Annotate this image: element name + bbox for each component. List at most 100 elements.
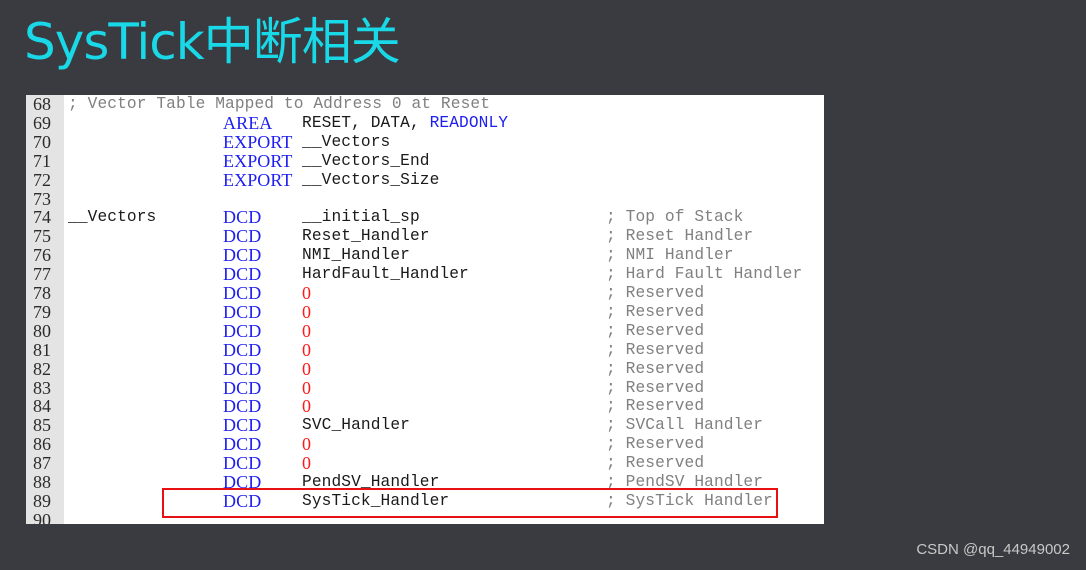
line-number: 78: [33, 283, 51, 303]
code-number: 0: [302, 434, 312, 455]
code-line: 76 DCD NMI_Handler ; NMI Handler: [26, 246, 824, 265]
line-number: 86: [33, 434, 51, 455]
code-line: 75 DCD Reset_Handler ; Reset Handler: [26, 227, 824, 246]
code-comment: ; Reserved: [606, 302, 705, 321]
line-number: 83: [33, 377, 51, 398]
code-line: 87 DCD 0 ; Reserved: [26, 454, 824, 473]
code-comment: ; Hard Fault Handler: [606, 265, 803, 284]
code-directive: EXPORT: [223, 131, 293, 152]
code-directive: DCD: [223, 415, 262, 436]
code-directive: DCD: [223, 226, 262, 247]
line-number: 75: [33, 226, 51, 247]
code-comment: ; Reserved: [606, 340, 705, 359]
code-number: 0: [302, 358, 312, 379]
slide-title: SysTick中断相关: [24, 13, 401, 71]
code-number: 0: [302, 396, 312, 417]
code-operand: __initial_sp: [302, 208, 420, 227]
code-line: 78 DCD 0 ; Reserved: [26, 284, 824, 303]
code-comment: ; Reserved: [606, 454, 705, 473]
code-operand: __Vectors_End: [302, 151, 430, 170]
code-line: 73: [26, 188, 824, 209]
line-number: 76: [33, 245, 51, 266]
code-line: 80 DCD 0 ; Reserved: [26, 320, 824, 341]
line-number: 68: [33, 95, 51, 114]
code-directive: DCD: [223, 264, 262, 285]
systick-highlight-box: [162, 488, 778, 518]
code-comment: ; Reserved: [606, 284, 705, 302]
code-directive: DCD: [223, 301, 262, 322]
code-operand: Reset_Handler: [302, 227, 430, 246]
code-number: 0: [302, 301, 312, 322]
line-number: 85: [33, 415, 51, 436]
line-number: 70: [33, 131, 51, 152]
line-number: 84: [33, 396, 51, 417]
code-comment: ; Vector Table Mapped to Address 0 at Re…: [68, 95, 491, 113]
code-number: 0: [302, 283, 312, 303]
line-number: 82: [33, 358, 51, 379]
line-number: 87: [33, 453, 51, 474]
code-directive: DCD: [223, 245, 262, 266]
code-comment: ; SVCall Handler: [606, 416, 764, 435]
line-number: 79: [33, 301, 51, 322]
code-line: 81 DCD 0 ; Reserved: [26, 339, 824, 360]
code-operand: __Vectors: [302, 132, 391, 151]
line-number: 89: [33, 490, 51, 511]
code-directive: DCD: [223, 434, 262, 455]
code-number: 0: [302, 453, 312, 474]
code-line: 82 DCD 0 ; Reserved: [26, 358, 824, 379]
code-directive: DCD: [223, 339, 262, 360]
line-number: 74: [33, 207, 51, 228]
code-line: 79 DCD 0 ; Reserved: [26, 301, 824, 322]
code-line: 69 AREA RESET, DATA, READONLY: [26, 112, 824, 133]
code-directive: EXPORT: [223, 169, 293, 190]
code-directive: DCD: [223, 358, 262, 379]
code-directive: AREA: [223, 112, 273, 133]
code-operand: __Vectors_Size: [302, 170, 440, 189]
code-listing: 68 ; Vector Table Mapped to Address 0 at …: [26, 95, 824, 524]
code-line: 70 EXPORT __Vectors: [26, 131, 824, 152]
line-number: 90: [33, 509, 51, 524]
code-number: 0: [302, 320, 312, 341]
code-line: 68 ; Vector Table Mapped to Address 0 at …: [26, 95, 824, 114]
code-line: 84 DCD 0 ; Reserved: [26, 397, 824, 416]
code-comment: ; Reserved: [606, 378, 705, 397]
code-directive: DCD: [223, 283, 262, 303]
code-comment: ; NMI Handler: [606, 246, 734, 265]
watermark: CSDN @qq_44949002: [916, 541, 1070, 558]
code-line: 72 EXPORT __Vectors_Size: [26, 169, 824, 190]
code-label: __Vectors: [68, 208, 157, 227]
code-comment: ; Reserved: [606, 321, 705, 340]
code-directive: EXPORT: [223, 150, 293, 171]
code-line: 83 DCD 0 ; Reserved: [26, 377, 824, 398]
code-line: 74 __Vectors DCD __initial_sp ; Top of Stack: [26, 208, 824, 227]
code-directive: DCD: [223, 207, 262, 228]
line-number: 88: [33, 472, 51, 492]
code-line: 85 DCD SVC_Handler ; SVCall Handler: [26, 416, 824, 435]
code-comment: ; Reset Handler: [606, 227, 754, 246]
line-number: 80: [33, 320, 51, 341]
code-comment: ; Top of Stack: [606, 208, 744, 227]
code-number: 0: [302, 377, 312, 398]
code-directive: DCD: [223, 320, 262, 341]
line-number: 73: [33, 188, 51, 209]
code-operand: SVC_Handler: [302, 416, 410, 435]
line-number: 81: [33, 339, 51, 360]
code-comment: ; Reserved: [606, 397, 705, 416]
line-number: 71: [33, 150, 51, 171]
line-number: 72: [33, 169, 51, 190]
code-operand-group: RESET, DATA, READONLY: [302, 114, 508, 133]
code-operand: NMI_Handler: [302, 246, 410, 265]
line-number: 77: [33, 264, 51, 285]
code-directive: DCD: [223, 453, 262, 474]
code-comment: ; Reserved: [606, 435, 705, 454]
code-line: 71 EXPORT __Vectors_End: [26, 150, 824, 171]
code-line: 77 DCD HardFault_Handler ; Hard Fault Handl…: [26, 265, 824, 284]
code-comment: ; Reserved: [606, 359, 705, 378]
code-directive: DCD: [223, 396, 262, 417]
code-number: 0: [302, 339, 312, 360]
code-operand: HardFault_Handler: [302, 265, 469, 284]
code-directive: DCD: [223, 377, 262, 398]
line-number: 69: [33, 112, 51, 133]
code-line: 86 DCD 0 ; Reserved: [26, 435, 824, 454]
code-operand: RESET, DATA,: [302, 113, 430, 132]
